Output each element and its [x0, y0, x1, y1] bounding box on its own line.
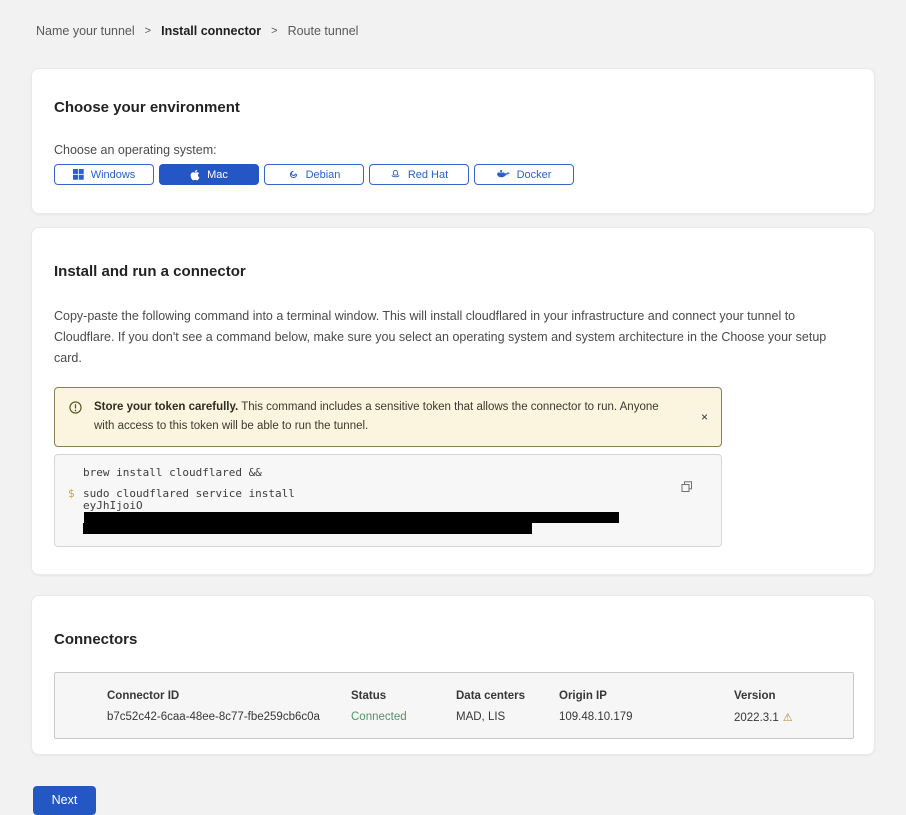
os-button-redhat[interactable]: Red Hat	[369, 164, 469, 185]
warning-title: Store your token carefully.	[94, 401, 238, 413]
breadcrumb-step-install-connector[interactable]: Install connector	[161, 24, 261, 38]
os-button-label: Docker	[517, 169, 552, 181]
install-connector-title: Install and run a connector	[54, 263, 852, 280]
copy-icon[interactable]	[679, 479, 695, 498]
choose-environment-card: Choose your environment Choose an operat…	[31, 68, 875, 214]
code-command: $ sudo cloudflared service install eyJhI…	[83, 488, 661, 534]
redhat-icon	[390, 169, 401, 180]
breadcrumb-separator: >	[271, 25, 277, 37]
windows-icon	[73, 169, 84, 180]
install-connector-card: Install and run a connector Copy-paste t…	[31, 227, 875, 575]
os-button-docker[interactable]: Docker	[474, 164, 574, 185]
debian-icon	[288, 169, 299, 180]
connectors-title: Connectors	[54, 631, 852, 648]
os-button-label: Debian	[306, 169, 341, 181]
install-command-code-block: brew install cloudflared && $ sudo cloud…	[54, 454, 722, 547]
apple-icon	[190, 169, 200, 181]
token-prefix: eyJhIjoiO	[83, 499, 143, 512]
os-button-group: Windows Mac Debian Red Hat	[54, 164, 852, 185]
os-button-label: Windows	[91, 169, 136, 181]
col-header-connector-id: Connector ID	[107, 690, 351, 702]
token-warning-banner: Store your token carefully. This command…	[54, 387, 722, 447]
redacted-token-bar	[84, 512, 619, 523]
warning-triangle-icon: ⚠	[783, 712, 793, 724]
install-description: Copy-paste the following command into a …	[54, 306, 852, 369]
close-icon[interactable]: ×	[701, 411, 708, 423]
cell-version: 2022.3.1⚠	[734, 711, 853, 724]
os-select-label: Choose an operating system:	[54, 143, 852, 157]
os-button-windows[interactable]: Windows	[54, 164, 154, 185]
shell-prompt: $	[68, 488, 75, 500]
col-header-version: Version	[734, 690, 853, 702]
docker-icon	[497, 169, 510, 180]
os-button-label: Mac	[207, 169, 228, 181]
connectors-card: Connectors Connector ID Status Data cent…	[31, 595, 875, 755]
os-button-debian[interactable]: Debian	[264, 164, 364, 185]
breadcrumb-step-route-tunnel[interactable]: Route tunnel	[288, 24, 359, 38]
connectors-table: Connector ID Status Data centers Origin …	[54, 672, 854, 739]
os-button-label: Red Hat	[408, 169, 448, 181]
status-badge: Connected	[351, 711, 456, 724]
breadcrumb: Name your tunnel > Install connector > R…	[31, 0, 875, 38]
cell-origin-ip: 109.48.10.179	[559, 711, 734, 724]
breadcrumb-step-name-your-tunnel[interactable]: Name your tunnel	[36, 24, 135, 38]
col-header-origin-ip: Origin IP	[559, 690, 734, 702]
choose-environment-title: Choose your environment	[54, 99, 852, 116]
cell-connector-id: b7c52c42-6caa-48ee-8c77-fbe259cb6c0a	[107, 711, 351, 724]
col-header-data-centers: Data centers	[456, 690, 559, 702]
code-line-brew-install: brew install cloudflared &&	[83, 467, 661, 479]
alert-circle-icon	[69, 401, 82, 421]
cell-data-centers: MAD, LIS	[456, 711, 559, 724]
redacted-token-bar	[83, 523, 532, 534]
breadcrumb-separator: >	[145, 25, 151, 37]
next-button[interactable]: Next	[33, 786, 96, 815]
col-header-status: Status	[351, 690, 456, 702]
os-button-mac[interactable]: Mac	[159, 164, 259, 185]
page: Name your tunnel > Install connector > R…	[0, 0, 906, 815]
